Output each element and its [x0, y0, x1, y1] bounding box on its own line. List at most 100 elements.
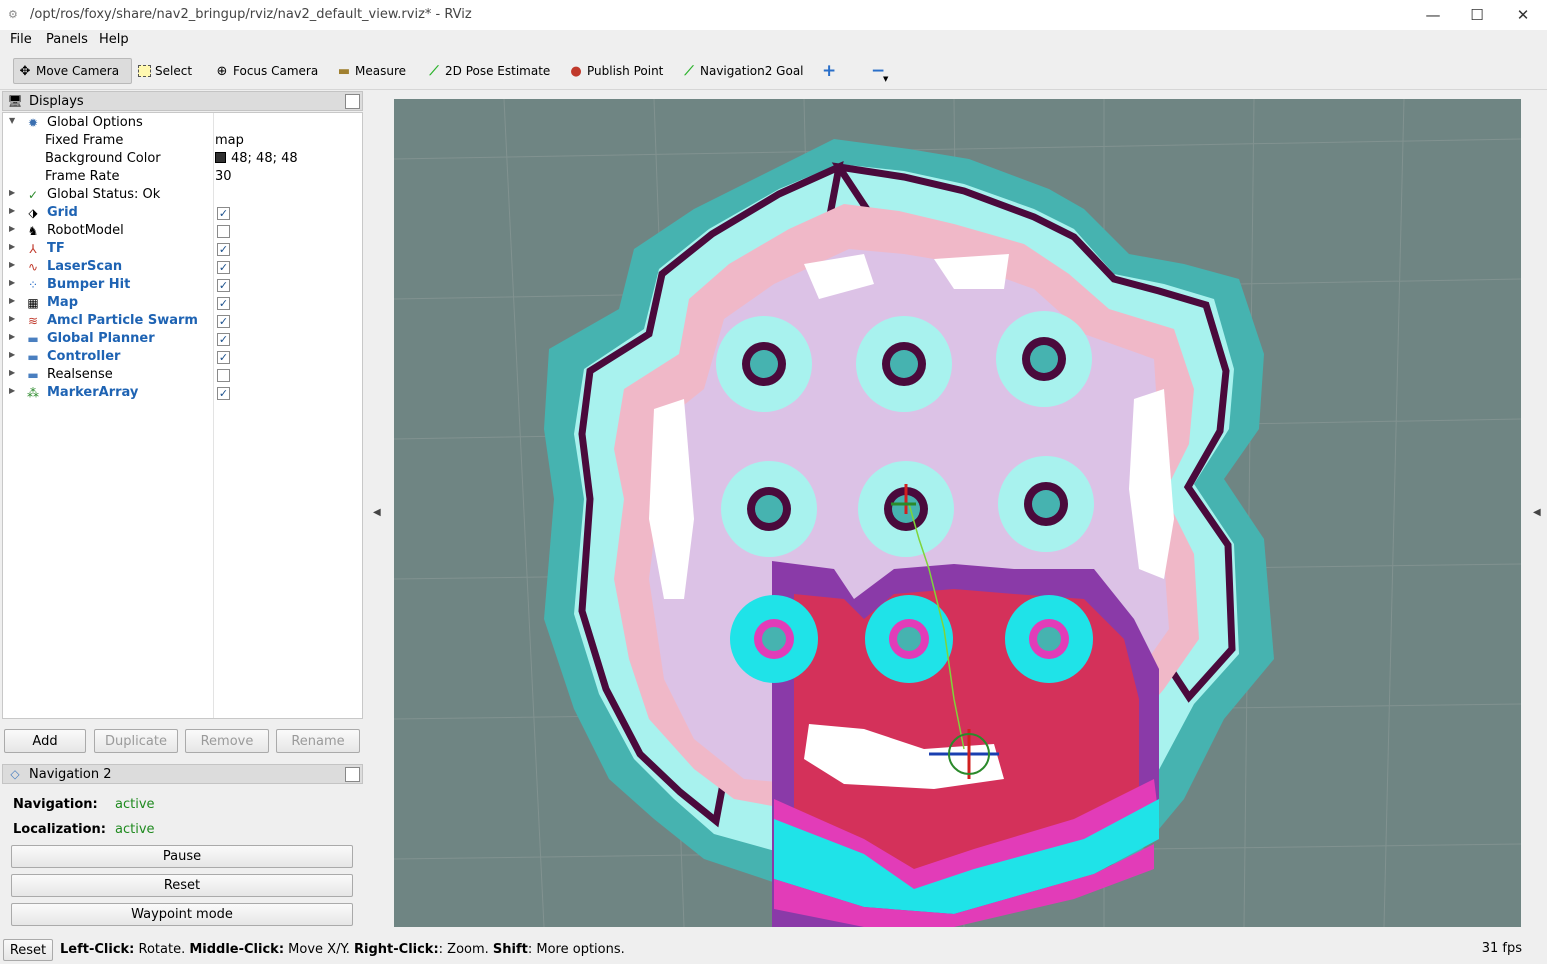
display-checkbox[interactable]: ✓	[217, 387, 230, 400]
expand-arrow-icon[interactable]: ▶	[9, 278, 15, 287]
frame-rate-value[interactable]: 30	[215, 169, 232, 184]
collapse-left-icon[interactable]: ◀	[373, 507, 381, 518]
diamond-icon: ◇	[10, 767, 20, 781]
app-icon: ⚙	[8, 8, 18, 21]
tree-row-background-color[interactable]: Background Color 48; 48; 48	[3, 150, 362, 168]
expand-arrow-icon[interactable]: ▶	[9, 296, 15, 305]
display-label: MarkerArray	[47, 385, 139, 400]
tree-row-grid[interactable]: ▶ ⬗ Grid ✓	[3, 204, 362, 222]
fixed-frame-label: Fixed Frame	[45, 133, 124, 148]
3d-viewport[interactable]	[394, 99, 1521, 927]
display-label: RobotModel	[47, 223, 124, 238]
tree-row-fixed-frame[interactable]: Fixed Frame map	[3, 132, 362, 150]
tree-row-bumper-hit[interactable]: ▶ ⁘ Bumper Hit ✓	[3, 276, 362, 294]
display-label: Controller	[47, 349, 121, 364]
laser-icon: ∿	[27, 260, 39, 274]
expand-arrow-icon[interactable]: ▶	[9, 314, 15, 323]
displays-tree[interactable]: ▼ ✹ Global Options Fixed Frame map Backg…	[2, 112, 363, 719]
background-color-label: Background Color	[45, 151, 161, 166]
display-checkbox[interactable]: ✓	[217, 315, 230, 328]
tree-row-tf[interactable]: ▶ ⅄ TF ✓	[3, 240, 362, 258]
hint-right-click: Right-Click:	[354, 942, 439, 957]
localization-label: Localization:	[13, 822, 106, 837]
map-pin-icon: ●	[570, 63, 582, 79]
menu-panels[interactable]: Panels	[46, 32, 88, 47]
points-icon: ⁘	[27, 278, 39, 292]
display-checkbox[interactable]: ✓	[217, 261, 230, 274]
move-icon: ✥	[19, 63, 31, 79]
add-display-button[interactable]: Add	[4, 729, 86, 753]
expand-arrow-icon[interactable]: ▶	[9, 350, 15, 359]
display-checkbox[interactable]: ✓	[217, 333, 230, 346]
tree-row-realsense[interactable]: ▶ ▬ Realsense	[3, 366, 362, 384]
collapse-arrow-icon[interactable]: ▼	[9, 116, 15, 125]
tree-row-global-status[interactable]: ▶ ✓ Global Status: Ok	[3, 186, 362, 204]
display-label: Global Planner	[47, 331, 155, 346]
tf-icon: ⅄	[29, 242, 37, 256]
color-swatch	[215, 152, 226, 163]
fps-counter: 31 fps	[1481, 941, 1522, 956]
move-camera-tool[interactable]: ✥ Move Camera	[13, 58, 132, 84]
display-checkbox[interactable]: ✓	[217, 279, 230, 292]
tree-row-controller[interactable]: ▶ ▬ Controller ✓	[3, 348, 362, 366]
nav2-goal-tool[interactable]: ⟋ Navigation2 Goal	[678, 58, 808, 84]
publish-point-tool[interactable]: ● Publish Point	[565, 58, 667, 84]
expand-arrow-icon[interactable]: ▶	[9, 332, 15, 341]
hint-more-options: : More options.	[527, 942, 625, 957]
display-checkbox[interactable]: ✓	[217, 207, 230, 220]
expand-arrow-icon[interactable]: ▶	[9, 206, 15, 215]
expand-arrow-icon[interactable]: ▶	[9, 260, 15, 269]
publish-point-label: Publish Point	[587, 64, 664, 78]
navigation-label: Navigation:	[13, 797, 98, 812]
pose-estimate-tool[interactable]: ⟋ 2D Pose Estimate	[423, 58, 554, 84]
fixed-frame-value[interactable]: map	[215, 133, 244, 148]
duplicate-display-button[interactable]: Duplicate	[94, 729, 178, 753]
tree-row-frame-rate[interactable]: Frame Rate 30	[3, 168, 362, 186]
tree-row-robotmodel[interactable]: ▶ ♞ RobotModel	[3, 222, 362, 240]
add-tool-button[interactable]: +	[818, 58, 840, 84]
remove-display-button[interactable]: Remove	[185, 729, 269, 753]
tree-row-laserscan[interactable]: ▶ ∿ LaserScan ✓	[3, 258, 362, 276]
close-button[interactable]: ✕	[1508, 4, 1538, 26]
dropdown-icon[interactable]: ▼	[883, 75, 888, 83]
waypoint-mode-button[interactable]: Waypoint mode	[11, 903, 353, 926]
reset-nav-button[interactable]: Reset	[11, 874, 353, 897]
tree-row-global-planner[interactable]: ▶ ▬ Global Planner ✓	[3, 330, 362, 348]
menu-help[interactable]: Help	[99, 32, 129, 47]
menu-file[interactable]: File	[10, 32, 32, 47]
display-label: Amcl Particle Swarm	[47, 313, 198, 328]
collapse-right-icon[interactable]: ◀	[1533, 507, 1541, 518]
display-checkbox[interactable]: ✓	[217, 351, 230, 364]
display-checkbox[interactable]: ✓	[217, 243, 230, 256]
tree-row-amcl[interactable]: ▶ ≋ Amcl Particle Swarm ✓	[3, 312, 362, 330]
maximize-button[interactable]: ☐	[1462, 4, 1492, 26]
measure-label: Measure	[355, 64, 406, 78]
checkmark-icon: ✓	[27, 188, 39, 202]
rename-display-button[interactable]: Rename	[276, 729, 360, 753]
expand-arrow-icon[interactable]: ▶	[9, 368, 15, 377]
global-options-label: Global Options	[47, 115, 143, 130]
expand-arrow-icon[interactable]: ▶	[9, 188, 15, 197]
expand-arrow-icon[interactable]: ▶	[9, 242, 15, 251]
background-color-value[interactable]: 48; 48; 48	[215, 151, 298, 166]
pause-button[interactable]: Pause	[11, 845, 353, 868]
measure-tool[interactable]: ▬ Measure	[333, 58, 410, 84]
nav2-goal-label: Navigation2 Goal	[700, 64, 804, 78]
markers-icon: ⁂	[27, 386, 39, 400]
select-tool[interactable]: Select	[134, 58, 196, 84]
global-status-label: Global Status: Ok	[47, 187, 161, 202]
display-checkbox[interactable]	[217, 369, 230, 382]
tree-row-global-options[interactable]: ▼ ✹ Global Options	[3, 114, 362, 132]
pose-estimate-label: 2D Pose Estimate	[445, 64, 551, 78]
display-checkbox[interactable]	[217, 225, 230, 238]
reset-view-button[interactable]: Reset	[3, 939, 53, 961]
tree-row-map[interactable]: ▶ ▦ Map ✓	[3, 294, 362, 312]
nav2-undock-button[interactable]	[345, 767, 360, 782]
tree-row-markerarray[interactable]: ▶ ⁂ MarkerArray ✓	[3, 384, 362, 402]
displays-undock-button[interactable]	[345, 94, 360, 109]
expand-arrow-icon[interactable]: ▶	[9, 386, 15, 395]
focus-camera-tool[interactable]: ⊕ Focus Camera	[211, 58, 322, 84]
expand-arrow-icon[interactable]: ▶	[9, 224, 15, 233]
display-checkbox[interactable]: ✓	[217, 297, 230, 310]
minimize-button[interactable]: —	[1418, 4, 1448, 26]
